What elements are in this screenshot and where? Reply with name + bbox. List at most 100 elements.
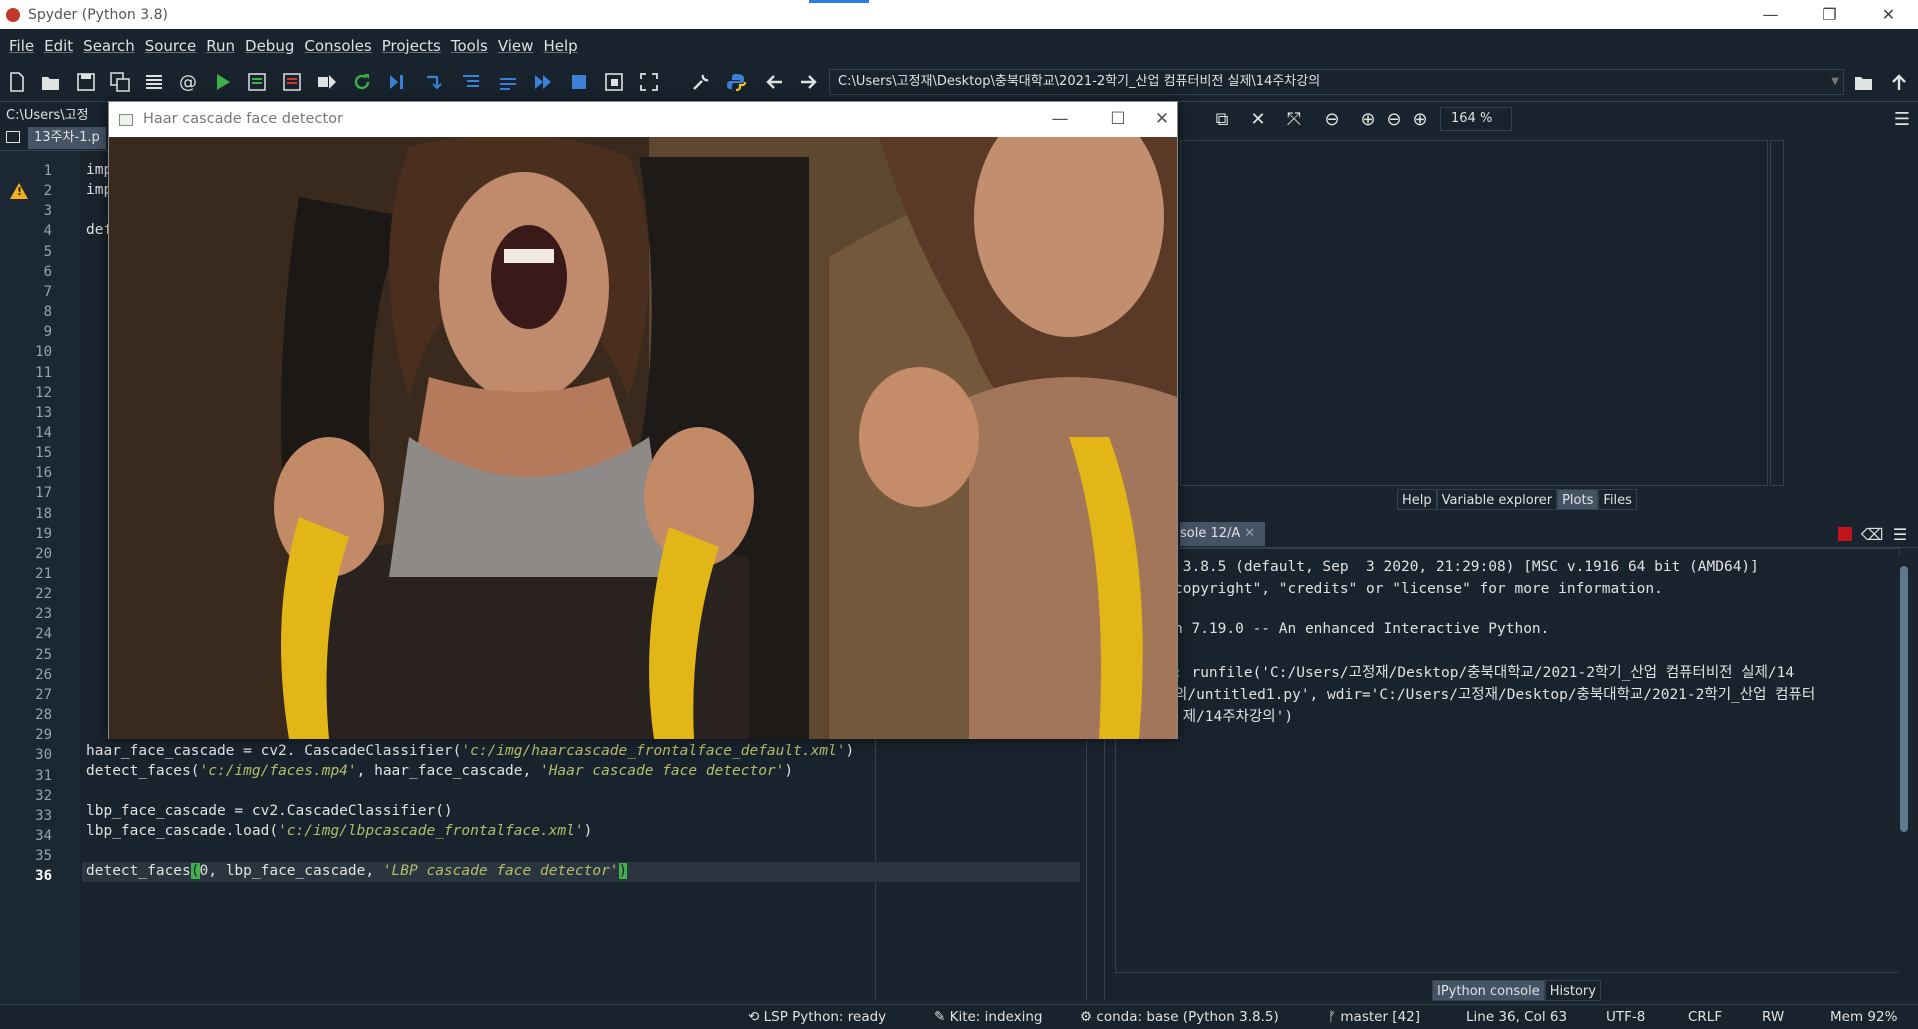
console-tab[interactable]: sole 12/A ✕ bbox=[1180, 522, 1266, 546]
back-arrow-icon[interactable] bbox=[762, 70, 788, 94]
python-path-icon[interactable] bbox=[723, 70, 749, 94]
run-selection-icon[interactable] bbox=[314, 70, 340, 94]
line-number: 19 bbox=[35, 525, 52, 542]
remove-all-plots-icon[interactable]: ⤧ bbox=[1282, 108, 1306, 130]
cv-maximize-button[interactable]: ☐ bbox=[1089, 102, 1147, 137]
code-line-33: lbp_face_cascade = cv2.CascadeClassifier… bbox=[86, 803, 453, 819]
menu-consoles[interactable]: Consoles bbox=[299, 37, 376, 55]
menu-source[interactable]: Source bbox=[140, 37, 202, 55]
copy-plot-icon[interactable]: ⧉ bbox=[1210, 108, 1234, 130]
line-number: 1 bbox=[43, 163, 52, 179]
rerun-icon[interactable] bbox=[349, 70, 375, 94]
restore-button[interactable]: ❐ bbox=[1802, 0, 1857, 29]
run-cell-icon[interactable] bbox=[244, 70, 270, 94]
plots-options-menu-icon[interactable]: ☰ bbox=[1890, 108, 1914, 130]
file-browse-icon[interactable] bbox=[6, 131, 20, 143]
line-number: 23 bbox=[35, 606, 52, 623]
menu-help[interactable]: Help bbox=[538, 37, 582, 55]
line-number: 6 bbox=[43, 263, 52, 280]
line-number: 11 bbox=[35, 364, 52, 381]
menu-projects[interactable]: Projects bbox=[377, 37, 446, 55]
run-cell-advance-icon[interactable] bbox=[279, 70, 305, 94]
working-directory-path: C:\Users\고정재\Desktop\충북대학교\2021-2학기_산업 컴… bbox=[838, 74, 1321, 89]
menu-view[interactable]: View bbox=[493, 37, 539, 55]
interrupt-kernel-icon[interactable] bbox=[1838, 527, 1852, 541]
debug-icon[interactable] bbox=[384, 70, 410, 94]
outline-list-icon[interactable] bbox=[141, 70, 167, 94]
browse-folder-icon[interactable] bbox=[1851, 70, 1877, 94]
cv-close-button[interactable]: ✕ bbox=[1147, 102, 1177, 137]
zoom-level-field[interactable]: 164 % bbox=[1440, 107, 1512, 131]
preferences-wrench-icon[interactable] bbox=[688, 70, 714, 94]
remove-plot-icon[interactable]: ✕ bbox=[1246, 108, 1270, 130]
menu-tools[interactable]: Tools bbox=[446, 37, 493, 55]
clear-console-icon[interactable]: ⌫ bbox=[1861, 523, 1884, 545]
video-frame bbox=[109, 137, 1177, 739]
fullscreen-icon[interactable] bbox=[636, 70, 662, 94]
title-bar: Spyder (Python 3.8) — ❐ ✕ bbox=[0, 0, 1918, 29]
new-file-icon[interactable] bbox=[4, 70, 30, 94]
stop-debug-icon[interactable] bbox=[566, 70, 592, 94]
line-number: 17 bbox=[35, 485, 52, 502]
tab-history[interactable]: History bbox=[1544, 980, 1601, 1001]
close-tab-icon[interactable]: ✕ bbox=[1244, 526, 1255, 541]
forward-arrow-icon[interactable] bbox=[795, 70, 821, 94]
step-icon[interactable] bbox=[421, 70, 447, 94]
tab-ipython-console[interactable]: IPython console bbox=[1432, 980, 1545, 1001]
line-number: 32 bbox=[35, 787, 52, 804]
plots-scrollbar[interactable] bbox=[1770, 140, 1784, 486]
previous-plot-icon[interactable]: ⊖ bbox=[1320, 108, 1344, 130]
chevron-down-icon[interactable]: ▼ bbox=[1831, 70, 1839, 94]
parent-directory-icon[interactable] bbox=[1886, 70, 1912, 94]
upper-pane-tabs: Help Variable explorer Plots Files bbox=[1397, 489, 1637, 510]
conda-status: ⚙ conda: base (Python 3.8.5) bbox=[1080, 1009, 1279, 1025]
plots-thumbnails[interactable] bbox=[1786, 140, 1918, 486]
line-number: 33 bbox=[35, 807, 52, 824]
working-directory-field[interactable]: C:\Users\고정재\Desktop\충북대학교\2021-2학기_산업 컴… bbox=[829, 69, 1844, 95]
save-all-icon[interactable] bbox=[107, 70, 133, 94]
tab-variable-explorer[interactable]: Variable explorer bbox=[1436, 489, 1558, 510]
continue-icon[interactable] bbox=[530, 70, 556, 94]
line-number: 30 bbox=[35, 747, 52, 764]
tab-files[interactable]: Files bbox=[1598, 489, 1637, 510]
line-number: 15 bbox=[35, 445, 52, 462]
step-return-icon[interactable] bbox=[495, 70, 521, 94]
zoom-in-icon[interactable]: ⊕ bbox=[1408, 108, 1432, 130]
menu-search[interactable]: Search bbox=[78, 37, 140, 55]
window-title: Spyder (Python 3.8) bbox=[28, 6, 168, 23]
minimize-button[interactable]: — bbox=[1743, 0, 1798, 29]
menu-debug[interactable]: Debug bbox=[240, 37, 299, 55]
maximize-pane-icon[interactable] bbox=[601, 70, 627, 94]
opencv-window-titlebar[interactable]: Haar cascade face detector — ☐ ✕ bbox=[109, 102, 1177, 137]
line-number: 2 bbox=[43, 183, 52, 200]
status-bar: ⟲ LSP Python: ready ✎ Kite: indexing ⚙ c… bbox=[0, 1004, 1918, 1029]
console-scrollbar-thumb[interactable] bbox=[1900, 566, 1908, 832]
tab-plots[interactable]: Plots bbox=[1557, 489, 1599, 510]
run-icon[interactable] bbox=[210, 70, 236, 94]
editor-tab-file[interactable]: 13주차-1.p bbox=[28, 127, 106, 149]
open-file-icon[interactable] bbox=[38, 70, 64, 94]
menu-run[interactable]: Run bbox=[201, 37, 240, 55]
step-into-icon[interactable] bbox=[458, 70, 484, 94]
tab-help[interactable]: Help bbox=[1397, 489, 1437, 510]
menu-file[interactable]: File bbox=[4, 37, 39, 55]
line-number: 35 bbox=[35, 848, 52, 865]
line-number: 34 bbox=[35, 827, 52, 844]
line-number: 21 bbox=[35, 566, 52, 582]
code-line-31: detect_faces('c:/img/faces.mp4', haar_fa… bbox=[86, 763, 794, 779]
menu-edit[interactable]: Edit bbox=[39, 37, 78, 55]
at-symbol-icon[interactable]: @ bbox=[175, 70, 201, 94]
console-options-menu-icon[interactable]: ☰ bbox=[1890, 523, 1910, 545]
current-line-highlight bbox=[82, 862, 1080, 882]
lower-pane-tabs: IPython console History bbox=[1432, 980, 1601, 1001]
console-line: 의/untitled1.py', wdir='C:/Users/고정재/Desk… bbox=[1174, 687, 1816, 703]
next-plot-icon[interactable]: ⊕ bbox=[1356, 108, 1380, 130]
close-button[interactable]: ✕ bbox=[1861, 0, 1916, 29]
save-icon[interactable] bbox=[73, 70, 99, 94]
opencv-window[interactable]: Haar cascade face detector — ☐ ✕ bbox=[108, 101, 1178, 739]
line-number: 29 bbox=[35, 727, 52, 744]
plots-canvas[interactable] bbox=[1180, 140, 1768, 486]
ipython-console[interactable]: 3.8.5 (default, Sep 3 2020, 21:29:08) [M… bbox=[1115, 548, 1900, 973]
zoom-out-icon[interactable]: ⊖ bbox=[1382, 108, 1406, 130]
cv-minimize-button[interactable]: — bbox=[1031, 102, 1089, 137]
